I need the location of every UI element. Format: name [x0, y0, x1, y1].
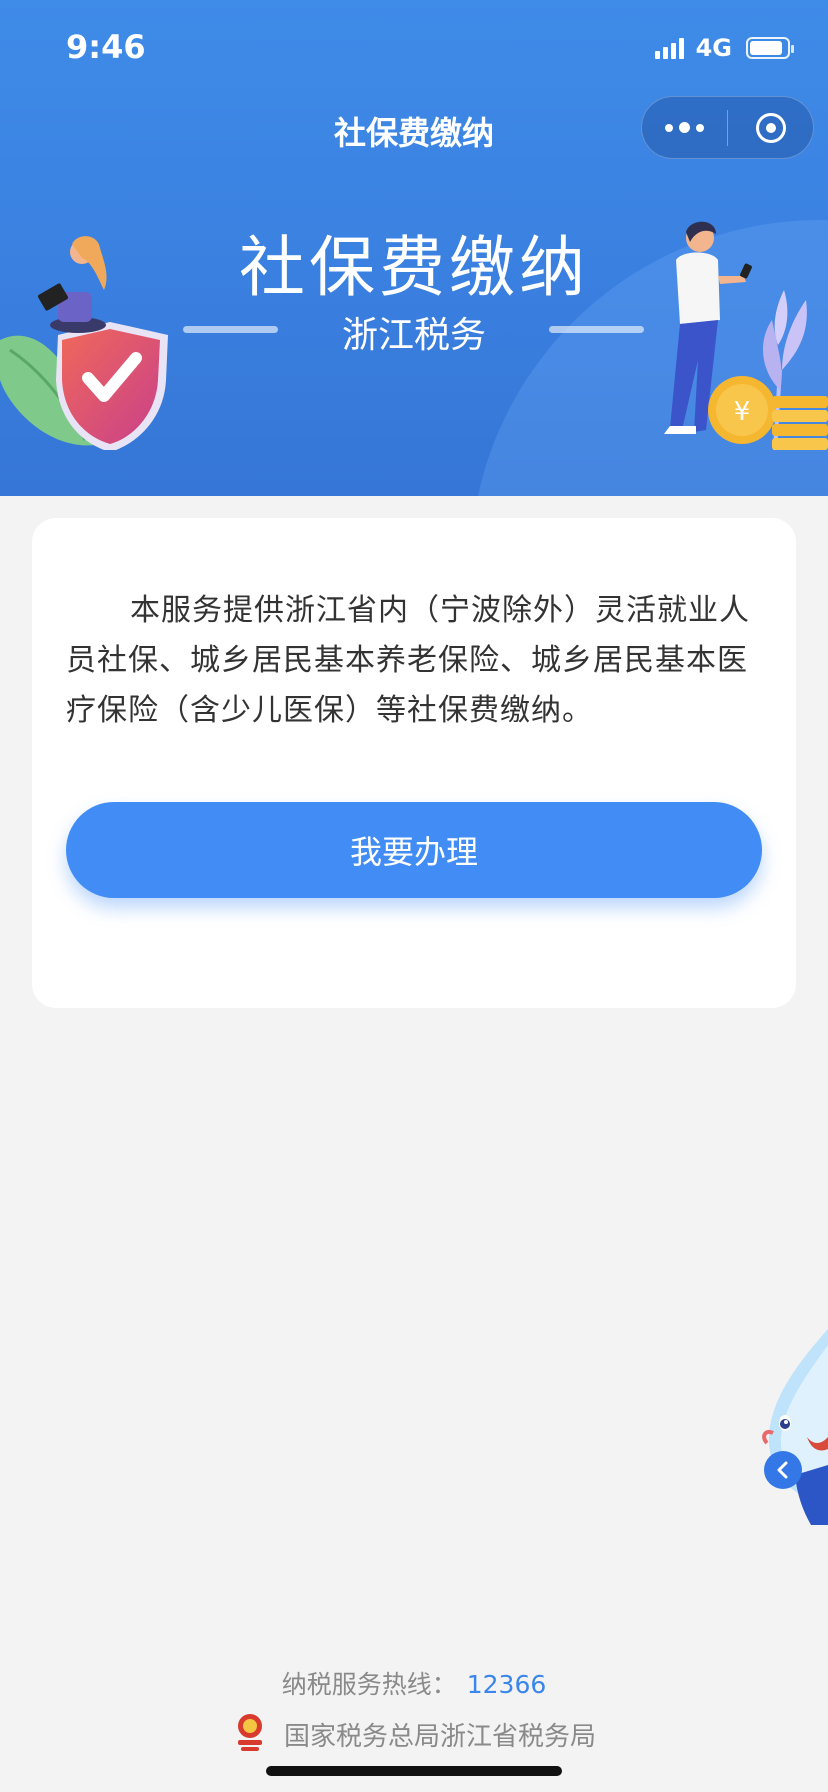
coin-illustration-icon: ¥: [664, 221, 828, 451]
chevron-left-icon[interactable]: [764, 1451, 802, 1489]
hotline: 纳税服务热线： 12366: [0, 1665, 828, 1701]
miniprogram-capsule: [641, 96, 814, 159]
signal-icon: [654, 37, 684, 59]
svg-text:¥: ¥: [734, 397, 751, 427]
more-icon[interactable]: [642, 97, 727, 158]
service-description: 本服务提供浙江省内（宁波除外）灵活就业人员社保、城乡居民基本养老保险、城乡居民基…: [66, 593, 750, 728]
status-time: 9:46: [66, 28, 146, 66]
apply-button[interactable]: 我要办理: [66, 802, 762, 898]
network-type: 4G: [695, 34, 732, 62]
close-icon[interactable]: [728, 97, 813, 158]
battery-icon: [746, 37, 794, 59]
footer-organization: 国家税务总局浙江省税务局: [0, 1712, 828, 1756]
home-indicator[interactable]: [266, 1766, 562, 1776]
organization-name: 国家税务总局浙江省税务局: [283, 1721, 596, 1752]
assistant-mascot-icon[interactable]: [755, 1325, 828, 1525]
hotline-number[interactable]: 12366: [467, 1670, 547, 1699]
shield-illustration-icon: [0, 236, 168, 450]
tax-emblem-icon: [237, 1714, 262, 1751]
header-banner: 9:46 4G 社保费缴纳 社保费缴纳 浙江税务 ¥: [0, 0, 828, 496]
hotline-label: 纳税服务热线：: [281, 1670, 457, 1699]
service-card: 本服务提供浙江省内（宁波除外）灵活就业人员社保、城乡居民基本养老保险、城乡居民基…: [32, 518, 796, 1008]
status-indicators: 4G: [654, 34, 794, 62]
